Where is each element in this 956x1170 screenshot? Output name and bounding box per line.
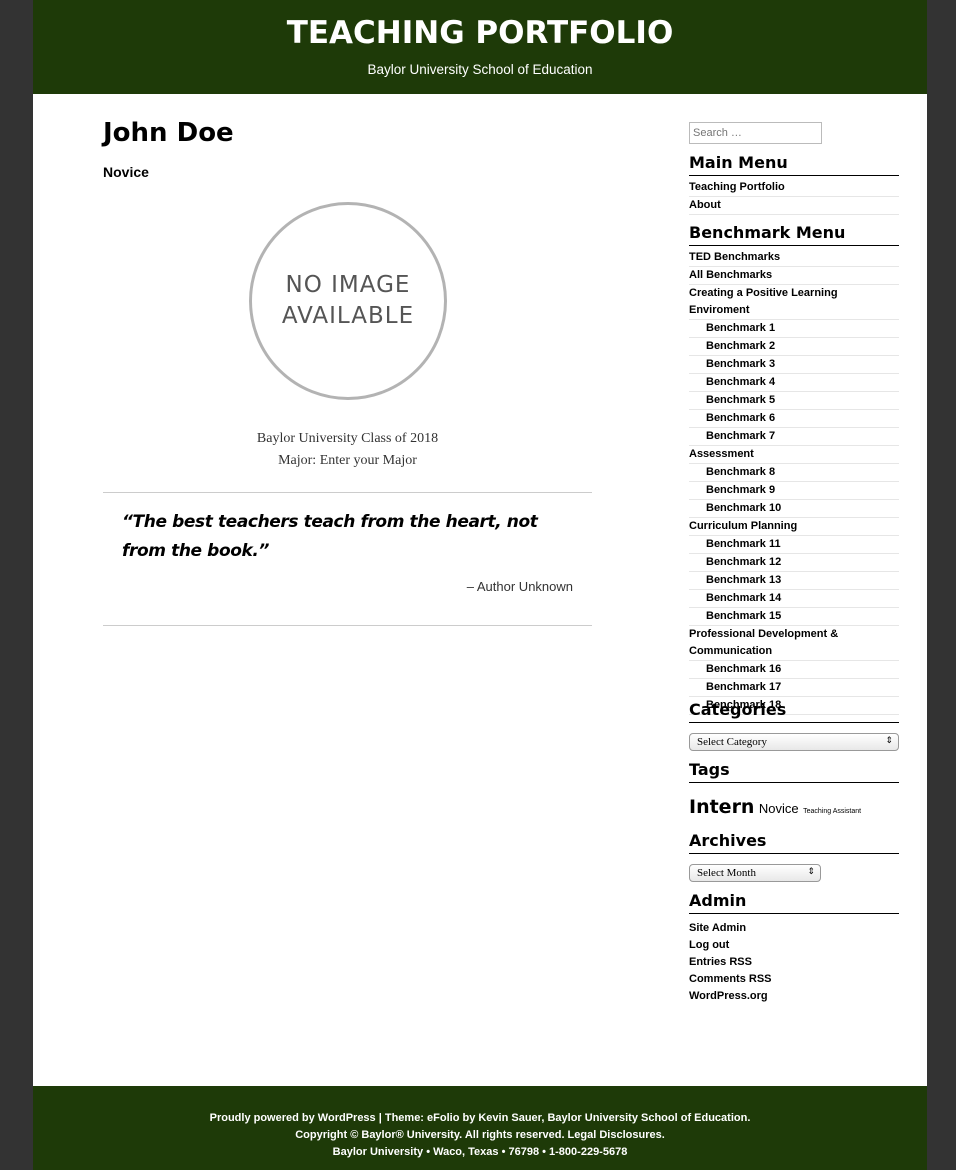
admin-links: Site Admin Log out Entries RSS Comments RSS… — [689, 920, 772, 1005]
admin-link[interactable]: Site Admin — [689, 920, 772, 937]
benchmark-subitem[interactable]: Benchmark 9 — [689, 482, 899, 500]
archives-title: Archives — [689, 830, 899, 854]
select-arrows-icon: ⇕ — [885, 735, 893, 745]
benchmark-menu-item[interactable]: Assessment — [689, 446, 899, 464]
benchmark-subitem[interactable]: Benchmark 4 — [689, 374, 899, 392]
benchmark-subitem[interactable]: Benchmark 3 — [689, 356, 899, 374]
site-title[interactable]: TEACHING PORTFOLIO — [33, 14, 927, 52]
footer-credits[interactable]: Proudly powered by WordPress | Theme: eF… — [33, 1110, 927, 1127]
avatar-text-line2: AVAILABLE — [281, 303, 415, 329]
benchmark-subitem[interactable]: Benchmark 5 — [689, 392, 899, 410]
benchmark-subitem[interactable]: Benchmark 2 — [689, 338, 899, 356]
search-input[interactable] — [689, 122, 822, 144]
archives-select[interactable]: Select Month ⇕ — [689, 864, 821, 882]
main-content: John Doe Novice NO IMAGE AVAILABLE Baylo… — [103, 94, 592, 626]
footer-copyright[interactable]: Copyright © Baylor® University. All righ… — [33, 1127, 927, 1144]
benchmark-subitem[interactable]: Benchmark 11 — [689, 536, 899, 554]
main-menu-title: Main Menu — [689, 152, 899, 176]
benchmark-subitem[interactable]: Benchmark 8 — [689, 464, 899, 482]
site-description: Baylor University School of Education — [367, 62, 593, 77]
main-menu: Teaching Portfolio About — [689, 179, 899, 215]
page-title: John Doe — [103, 118, 234, 148]
site-footer: Proudly powered by WordPress | Theme: eF… — [33, 1086, 927, 1170]
class-of: Baylor University Class of 2018 — [256, 431, 439, 446]
benchmark-subitem[interactable]: Benchmark 10 — [689, 500, 899, 518]
admin-link[interactable]: Entries RSS — [689, 954, 772, 971]
benchmark-subitem[interactable]: Benchmark 7 — [689, 428, 899, 446]
benchmark-subitem[interactable]: Benchmark 12 — [689, 554, 899, 572]
admin-link[interactable]: WordPress.org — [689, 988, 772, 1005]
benchmark-subitem[interactable]: Benchmark 6 — [689, 410, 899, 428]
avatar: NO IMAGE AVAILABLE — [249, 202, 447, 400]
level-label: Novice — [103, 164, 149, 180]
footer-address: Baylor University • Waco, Texas • 76798 … — [332, 1146, 628, 1158]
quote-block: “The best teachers teach from the heart,… — [103, 492, 592, 626]
site-header: TEACHING PORTFOLIO Baylor University Sch… — [33, 0, 927, 94]
admin-link[interactable]: Comments RSS — [689, 971, 772, 988]
tag-teaching-assistant[interactable]: Teaching Assistant — [803, 808, 861, 815]
tags-title: Tags — [689, 759, 899, 783]
main-menu-item[interactable]: Teaching Portfolio — [689, 179, 899, 197]
admin-link[interactable]: Log out — [689, 937, 772, 954]
profile-info: Baylor University Class of 2018 Major: E… — [103, 428, 592, 472]
admin-title: Admin — [689, 890, 899, 914]
categories-select-value: Select Category — [697, 736, 767, 748]
benchmark-subitem[interactable]: Benchmark 13 — [689, 572, 899, 590]
benchmark-subitem[interactable]: Benchmark 1 — [689, 320, 899, 338]
benchmark-menu-item[interactable]: Creating a Positive Learning Enviroment — [689, 285, 899, 320]
benchmark-subitem[interactable]: Benchmark 15 — [689, 608, 899, 626]
quote-author: – Author Unknown — [466, 579, 573, 594]
tag-novice[interactable]: Novice — [759, 801, 799, 816]
benchmark-menu-item[interactable]: All Benchmarks — [689, 267, 899, 285]
quote-text: “The best teachers teach from the heart,… — [122, 512, 538, 561]
benchmark-subitem[interactable]: Benchmark 16 — [689, 661, 899, 679]
avatar-text-line1: NO IMAGE — [285, 272, 411, 298]
benchmark-menu-item[interactable]: Professional Development & — [689, 626, 899, 643]
select-arrows-icon: ⇕ — [807, 866, 815, 876]
benchmark-menu-item[interactable]: TED Benchmarks — [689, 249, 899, 267]
benchmark-menu: TED Benchmarks All Benchmarks Creating a P… — [689, 249, 899, 715]
main-menu-item[interactable]: About — [689, 197, 899, 215]
benchmark-subitem[interactable]: Benchmark 17 — [689, 679, 899, 697]
major: Major: Enter your Major — [278, 453, 417, 468]
categories-title: Categories — [689, 699, 899, 723]
tag-intern[interactable]: Intern — [689, 796, 754, 818]
tag-cloud: Intern Novice Teaching Assistant — [689, 796, 899, 818]
benchmark-subitem[interactable]: Benchmark 14 — [689, 590, 899, 608]
categories-select[interactable]: Select Category ⇕ — [689, 733, 899, 751]
benchmark-menu-title: Benchmark Menu — [689, 222, 899, 246]
benchmark-menu-item[interactable]: Curriculum Planning — [689, 518, 899, 536]
page: TEACHING PORTFOLIO Baylor University Sch… — [33, 0, 927, 1170]
benchmark-menu-item[interactable]: Communication — [689, 643, 899, 661]
archives-select-value: Select Month — [697, 867, 756, 879]
